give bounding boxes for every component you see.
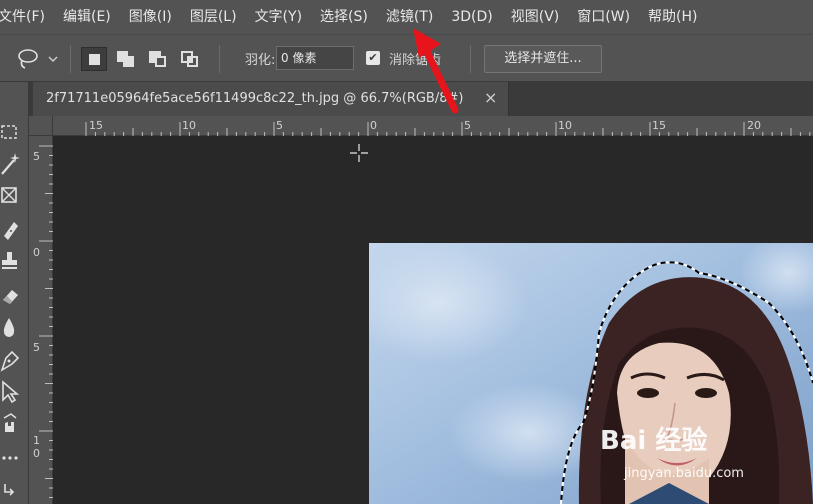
feather-label: 羽化: (245, 53, 276, 68)
ruler-ticks (85, 122, 811, 136)
magic-wand-tool-icon[interactable] (0, 150, 28, 178)
ruler-label: 5 (464, 119, 471, 132)
watermark: Bai 经验 jingyan.baidu.com (600, 420, 800, 490)
bandage-tool-icon[interactable] (0, 216, 28, 244)
divider (470, 45, 471, 73)
menu-layer[interactable]: 图层(L) (181, 0, 246, 34)
marquee-tool-icon[interactable] (0, 118, 28, 146)
subtract-from-selection-icon[interactable] (145, 47, 171, 71)
ruler-label: 5 (33, 150, 40, 163)
ruler-label: 15 (89, 119, 103, 132)
divider (70, 45, 71, 73)
ruler-label: 10 (182, 119, 196, 132)
ruler-label: 0 (33, 447, 40, 460)
crop-tool-icon[interactable] (0, 182, 28, 210)
new-selection-icon[interactable] (81, 47, 107, 71)
close-icon[interactable]: × (484, 88, 497, 107)
hand-tool-icon[interactable] (0, 410, 28, 438)
feather-input[interactable]: 0 像素 (276, 46, 354, 70)
watermark-url: jingyan.baidu.com (624, 466, 744, 481)
menu-help[interactable]: 帮助(H) (639, 0, 706, 34)
menu-edit[interactable]: 编辑(E) (54, 0, 120, 34)
eraser-tool-icon[interactable] (0, 282, 28, 310)
lasso-icon[interactable] (14, 46, 60, 72)
divider (219, 45, 220, 73)
menu-image[interactable]: 图像(I) (120, 0, 181, 34)
menu-view[interactable]: 视图(V) (502, 0, 569, 34)
rotate-view-icon[interactable] (0, 476, 28, 504)
document-tab-title: 2f71711e05964fe5ace56f11499c8c22_th.jpg … (46, 91, 464, 106)
horizontal-ruler[interactable]: 15 10 5 0 5 10 15 20 (53, 116, 813, 136)
menu-select[interactable]: 选择(S) (311, 0, 377, 34)
ruler-label: 5 (33, 341, 40, 354)
add-to-selection-icon[interactable] (113, 47, 139, 71)
blur-tool-icon[interactable] (0, 314, 28, 342)
antialias-checkbox[interactable]: ✔ (366, 51, 380, 65)
ruler-label: 0 (33, 246, 40, 259)
crosshair-cursor-icon (349, 143, 369, 163)
vertical-ruler[interactable]: 5 0 5 1 0 (29, 136, 53, 504)
watermark-brand: Bai 经验 (600, 426, 708, 456)
ruler-label: 0 (370, 119, 377, 132)
menu-type[interactable]: 文字(Y) (246, 0, 311, 34)
move-arrow-icon[interactable] (0, 378, 28, 406)
ruler-label: 15 (652, 119, 666, 132)
more-tools-icon[interactable] (0, 444, 28, 472)
ruler-label: 1 (33, 434, 40, 447)
ruler-label: 20 (747, 119, 761, 132)
pen-tool-icon[interactable] (0, 346, 28, 374)
intersect-selection-icon[interactable] (177, 47, 203, 71)
select-and-mask-button[interactable]: 选择并遮住... (484, 45, 602, 73)
ruler-label: 5 (276, 119, 283, 132)
menu-window[interactable]: 窗口(W) (568, 0, 639, 34)
ruler-corner (29, 116, 53, 136)
menu-file[interactable]: 文件(F) (0, 0, 54, 34)
ruler-label: 10 (558, 119, 572, 132)
stamp-tool-icon[interactable] (0, 248, 28, 276)
tools-panel (0, 82, 29, 504)
red-arrow-annotation (405, 18, 465, 118)
